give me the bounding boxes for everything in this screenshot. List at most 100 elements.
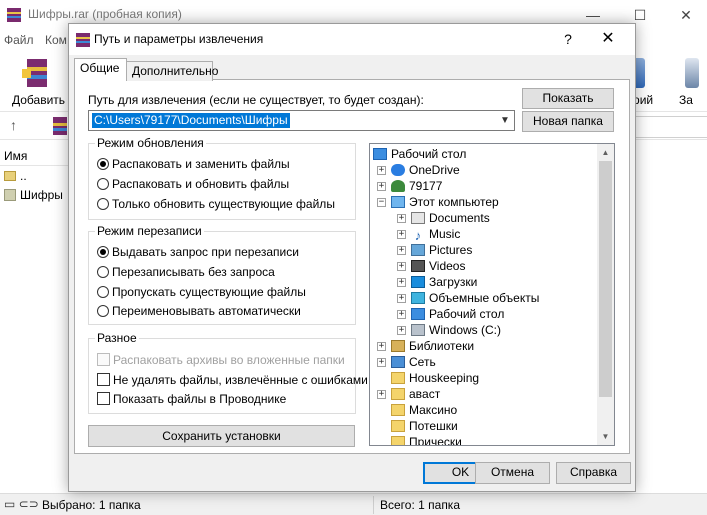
list-item[interactable]: Шифры <box>4 188 63 206</box>
checkbox-icon <box>97 353 110 366</box>
scroll-thumb[interactable] <box>599 161 612 397</box>
tree-node-onedrive[interactable]: OneDrive <box>391 162 460 178</box>
path-combobox[interactable]: C:\Users\79177\Documents\Шифры ▼ <box>88 110 515 131</box>
tree-scrollbar[interactable]: ▲ ▼ <box>597 144 614 445</box>
expand-icon[interactable]: + <box>377 342 386 351</box>
tree-node-this-pc[interactable]: Этот компьютер <box>391 194 499 210</box>
expand-icon[interactable]: + <box>397 310 406 319</box>
new-folder-button[interactable]: Новая папка <box>522 111 614 132</box>
cancel-button[interactable]: Отмена <box>475 462 550 484</box>
expand-icon[interactable]: + <box>397 214 406 223</box>
checkbox-icon[interactable] <box>97 392 110 405</box>
checkbox-keep-broken[interactable]: Не удалять файлы, извлечённые с ошибками <box>97 373 368 389</box>
help-button[interactable]: Справка <box>556 462 631 484</box>
radio-icon[interactable] <box>97 178 109 190</box>
tree-node-downloads[interactable]: Загрузки <box>411 274 477 290</box>
close-icon[interactable]: ✕ <box>676 5 696 25</box>
radio-extract-update[interactable]: Распаковать и обновить файлы <box>97 177 289 193</box>
folder-tree[interactable]: Рабочий стол + OneDrive + 79177 − Этот к… <box>369 143 615 446</box>
tree-node-libraries[interactable]: Библиотеки <box>391 338 474 354</box>
radio-skip-existing[interactable]: Пропускать существующие файлы <box>97 285 306 301</box>
expand-icon[interactable]: + <box>377 166 386 175</box>
expand-icon[interactable]: + <box>377 390 386 399</box>
tree-node-user[interactable]: 79177 <box>391 178 442 194</box>
expand-icon[interactable]: + <box>397 230 406 239</box>
expand-icon[interactable]: + <box>377 182 386 191</box>
scroll-up-icon[interactable]: ▲ <box>597 144 614 161</box>
folder-icon <box>391 372 405 384</box>
tree-node-desktop[interactable]: Рабочий стол <box>373 146 466 162</box>
tree-node-folder[interactable]: Прически <box>391 434 462 445</box>
status-divider <box>373 496 374 514</box>
tree-node-desktop-pc[interactable]: Рабочий стол <box>411 306 504 322</box>
menu-commands[interactable]: Ком <box>45 33 67 47</box>
path-value[interactable]: C:\Users\79177\Documents\Шифры <box>92 113 290 128</box>
radio-icon[interactable] <box>97 266 109 278</box>
close-icon[interactable]: ✕ <box>596 29 620 49</box>
expand-icon[interactable]: + <box>397 294 406 303</box>
radio-icon[interactable] <box>97 305 109 317</box>
radio-icon[interactable] <box>97 158 109 170</box>
extract-dialog: Путь и параметры извлечения ? ✕ Общие До… <box>68 23 636 492</box>
tree-node-music[interactable]: ♪ Music <box>411 226 461 242</box>
list-item[interactable]: .. <box>4 169 27 187</box>
tree-node-folder[interactable]: Максино <box>391 402 457 418</box>
expand-icon[interactable]: + <box>397 326 406 335</box>
computer-icon <box>391 196 405 208</box>
tree-node-folder[interactable]: Потешки <box>391 418 458 434</box>
radio-icon[interactable] <box>97 246 109 258</box>
folder-icon <box>391 420 405 432</box>
tree-node-documents[interactable]: Documents <box>411 210 490 226</box>
help-icon[interactable]: ? <box>557 29 579 49</box>
tree-node-3d-objects[interactable]: Объемные объекты <box>411 290 539 306</box>
minimize-icon[interactable]: — <box>583 5 603 25</box>
drive-icon[interactable]: ▭ ⊂⊃ <box>4 497 39 511</box>
documents-icon <box>411 212 425 224</box>
add-button[interactable]: Добавить <box>0 50 70 112</box>
desktop-icon <box>373 148 387 160</box>
up-arrow-icon[interactable]: ↑ <box>10 117 17 133</box>
cloud-icon <box>391 164 405 176</box>
tree-node-pictures[interactable]: Pictures <box>411 242 472 258</box>
tab-general[interactable]: Общие <box>74 58 127 80</box>
radio-icon[interactable] <box>97 286 109 298</box>
checkbox-icon[interactable] <box>97 373 110 386</box>
radio-icon[interactable] <box>97 198 109 210</box>
pictures-icon <box>411 244 425 256</box>
radio-overwrite-no-prompt[interactable]: Перезаписывать без запроса <box>97 265 275 281</box>
dialog-title: Путь и параметры извлечения <box>94 32 264 46</box>
tree-node-drive-c[interactable]: Windows (C:) <box>411 322 501 338</box>
tree-node-folder[interactable]: авaст <box>391 386 440 402</box>
chevron-down-icon[interactable]: ▼ <box>498 113 512 128</box>
protect-icon[interactable] <box>685 58 699 88</box>
column-name[interactable]: Имя <box>4 149 27 163</box>
menu-file[interactable]: Файл <box>4 33 34 47</box>
tree-node-network[interactable]: Сеть <box>391 354 436 370</box>
folder-icon <box>391 388 405 400</box>
tree-node-videos[interactable]: Videos <box>411 258 465 274</box>
maximize-icon[interactable]: ☐ <box>630 5 650 25</box>
file-list-header: Имя <box>0 146 68 166</box>
radio-ask-overwrite[interactable]: Выдавать запрос при перезаписи <box>97 245 299 261</box>
show-button[interactable]: Показать <box>522 88 614 109</box>
winrar-app-icon <box>76 33 90 47</box>
scroll-down-icon[interactable]: ▼ <box>597 428 614 445</box>
expand-icon[interactable]: + <box>397 262 406 271</box>
save-settings-button[interactable]: Сохранить установки <box>88 425 355 447</box>
user-icon <box>391 180 405 192</box>
expand-icon[interactable]: + <box>397 278 406 287</box>
folder-icon <box>391 436 405 445</box>
desktop-icon <box>411 308 425 320</box>
expand-icon[interactable]: + <box>377 358 386 367</box>
address-field[interactable] <box>634 116 707 138</box>
expand-icon[interactable]: + <box>397 246 406 255</box>
radio-extract-replace[interactable]: Распаковать и заменить файлы <box>97 157 290 173</box>
tab-advanced[interactable]: Дополнительно <box>126 61 218 81</box>
winrar-app-icon <box>7 8 21 22</box>
checkbox-show-in-explorer[interactable]: Показать файлы в Проводнике <box>97 392 286 408</box>
radio-update-existing[interactable]: Только обновить существующие файлы <box>97 197 335 213</box>
overwrite-mode-group: Режим перезаписи Выдавать запрос при пер… <box>88 224 356 325</box>
radio-rename-auto[interactable]: Переименовывать автоматически <box>97 304 301 320</box>
tree-node-folder[interactable]: Houskeeping <box>391 370 479 386</box>
collapse-icon[interactable]: − <box>377 198 386 207</box>
